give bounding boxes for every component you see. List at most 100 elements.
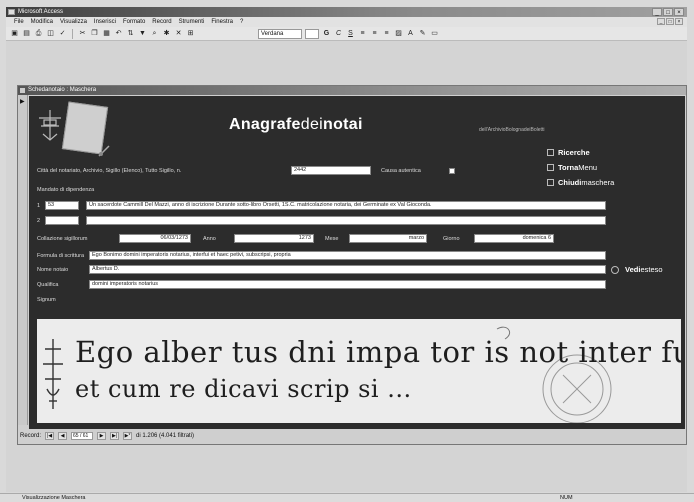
menu-formato[interactable]: Formato <box>123 17 145 27</box>
nome-notaio-label: Nome notaio <box>37 267 69 273</box>
toolbar-separator <box>72 28 73 39</box>
torna-label: Torna <box>558 163 579 172</box>
view-icon[interactable]: ▣ <box>10 29 19 38</box>
formula-field[interactable]: Ego Bonimo domini imperatoris notarius, … <box>89 251 606 260</box>
anno-label: Anno <box>203 236 216 242</box>
vedi-esteso-radio[interactable] <box>611 266 619 274</box>
record-label: Record: <box>20 433 42 439</box>
row1-code-field[interactable]: 53 <box>45 201 79 210</box>
first-record-button[interactable]: |◀ <box>45 432 55 440</box>
formula-label: Formula di scrittura <box>37 253 85 259</box>
close-button[interactable]: × <box>674 8 684 16</box>
line-color-icon[interactable]: ✎ <box>418 29 427 38</box>
find-icon[interactable]: ⌕ <box>150 29 159 38</box>
minimize-button[interactable]: _ <box>652 8 662 16</box>
option-chiudi-maschera[interactable]: Chiudimaschera <box>547 178 614 187</box>
menu-strumenti[interactable]: Strumenti <box>179 17 205 27</box>
causa-label: Causa autentica <box>381 168 421 174</box>
sort-icon[interactable]: ⇅ <box>126 29 135 38</box>
preview-icon[interactable]: ◫ <box>46 29 55 38</box>
current-record-field[interactable]: 65 / 61 <box>71 432 94 440</box>
form-window: Schedanotaio : Maschera ▶ Anagrafedeinot… <box>17 85 687 445</box>
manuscript-line-1: Ego alber tus dni impa tor is not inter … <box>75 335 681 369</box>
anno-field[interactable]: 1273 <box>234 234 314 243</box>
filter-icon[interactable]: ▼ <box>138 29 147 38</box>
vedi-esteso-label[interactable]: Vediesteso <box>625 265 663 274</box>
row1-text-field[interactable]: Un sacerdote Cammill Del Mazzi, anno di … <box>86 201 606 210</box>
qualifica-field[interactable]: domini imperatoris notarius <box>89 280 606 289</box>
mdi-window-controls: _ □ × <box>657 18 683 25</box>
menu-record[interactable]: Record <box>152 17 171 27</box>
access-app-icon[interactable] <box>8 9 15 15</box>
paste-icon[interactable]: ▦ <box>102 29 111 38</box>
mdi-restore-button[interactable]: □ <box>666 18 674 25</box>
delete-record-icon[interactable]: ✕ <box>174 29 183 38</box>
date-label: Collazione sigillorum <box>37 236 88 242</box>
database-window-icon[interactable]: ⊞ <box>186 29 195 38</box>
previous-record-button[interactable]: ◀ <box>58 432 68 440</box>
mdi-minimize-button[interactable]: _ <box>657 18 665 25</box>
menu-inserisci[interactable]: Inserisci <box>94 17 116 27</box>
form-icon[interactable] <box>20 88 25 93</box>
border-icon[interactable]: ▭ <box>430 29 439 38</box>
undo-icon[interactable]: ↶ <box>114 29 123 38</box>
menu-bar: File Modifica Visualizza Inserisci Forma… <box>6 17 687 27</box>
new-record-icon[interactable]: ✱ <box>162 29 171 38</box>
record-pointer-icon: ▶ <box>20 99 25 105</box>
font-size-select[interactable] <box>305 28 319 39</box>
cut-icon[interactable]: ✂ <box>78 29 87 38</box>
align-center-icon[interactable]: ≡ <box>370 29 379 38</box>
logo <box>35 101 115 162</box>
torna-menu-checkbox[interactable] <box>547 164 554 171</box>
date-field[interactable]: 06/03/1273 <box>119 234 191 243</box>
title-anagrafe: Anagrafe <box>229 116 301 133</box>
row2-code-field[interactable] <box>45 216 79 225</box>
mandato-label: Mandato di dipendenza <box>37 187 95 193</box>
last-record-button[interactable]: ▶| <box>110 432 120 440</box>
nome-notaio-field[interactable]: Albertus D. <box>89 265 606 274</box>
align-right-icon[interactable]: ≡ <box>382 29 391 38</box>
form-titlebar: Schedanotaio : Maschera <box>18 86 686 95</box>
qualifica-label: Qualifica <box>37 282 59 288</box>
chiudi-checkbox[interactable] <box>547 179 554 186</box>
next-record-button[interactable]: ▶ <box>97 432 107 440</box>
copy-icon[interactable]: ❐ <box>90 29 99 38</box>
archive-number-field[interactable]: 2442 <box>291 166 371 175</box>
print-icon[interactable]: ⎙ <box>34 29 43 38</box>
notary-seal-icon <box>39 110 61 141</box>
font-name-select[interactable]: Verdana <box>258 28 302 39</box>
giorno-field[interactable]: domenica 6 <box>474 234 554 243</box>
menu-finestra[interactable]: Finestra <box>211 17 233 27</box>
menu-help[interactable]: ? <box>240 17 243 27</box>
app-title: Microsoft Access <box>18 9 64 15</box>
underline-icon[interactable]: S <box>346 29 355 38</box>
intro-label: Città del notariato, Archivio, Sigillo (… <box>37 168 182 174</box>
record-selector[interactable]: ▶ <box>18 95 28 425</box>
ricerche-label: Ricerche <box>558 148 590 157</box>
signum-label: Signum <box>37 297 56 303</box>
mdi-close-button[interactable]: × <box>675 18 683 25</box>
spelling-icon[interactable]: ✓ <box>58 29 67 38</box>
menu-file[interactable]: File <box>14 17 24 27</box>
option-torna-menu[interactable]: TornaMenu <box>547 163 614 172</box>
menu-modifica[interactable]: Modifica <box>31 17 53 27</box>
form-body: Anagrafedeinotai dell'ArchivioBolognadei… <box>29 96 685 429</box>
mese-field[interactable]: marzo <box>349 234 427 243</box>
font-color-icon[interactable]: A <box>406 29 415 38</box>
causa-checkbox[interactable] <box>449 168 455 174</box>
app-titlebar: Microsoft Access _ □ × <box>6 7 687 17</box>
ricerche-checkbox[interactable] <box>547 149 554 156</box>
italic-icon[interactable]: C <box>334 29 343 38</box>
align-left-icon[interactable]: ≡ <box>358 29 367 38</box>
record-total: di 1.206 (4.041 filtrati) <box>136 433 195 439</box>
maximize-button[interactable]: □ <box>663 8 673 16</box>
fill-color-icon[interactable]: ▨ <box>394 29 403 38</box>
new-record-button[interactable]: ▶* <box>123 432 133 440</box>
row2-text-field[interactable] <box>86 216 606 225</box>
menu-visualizza[interactable]: Visualizza <box>60 17 87 27</box>
bold-icon[interactable]: G <box>322 29 331 38</box>
save-icon[interactable]: ▤ <box>22 29 31 38</box>
option-ricerche[interactable]: Ricerche <box>547 148 614 157</box>
esteso-label: esteso <box>640 265 663 274</box>
page-title: Anagrafedeinotai <box>229 116 363 134</box>
